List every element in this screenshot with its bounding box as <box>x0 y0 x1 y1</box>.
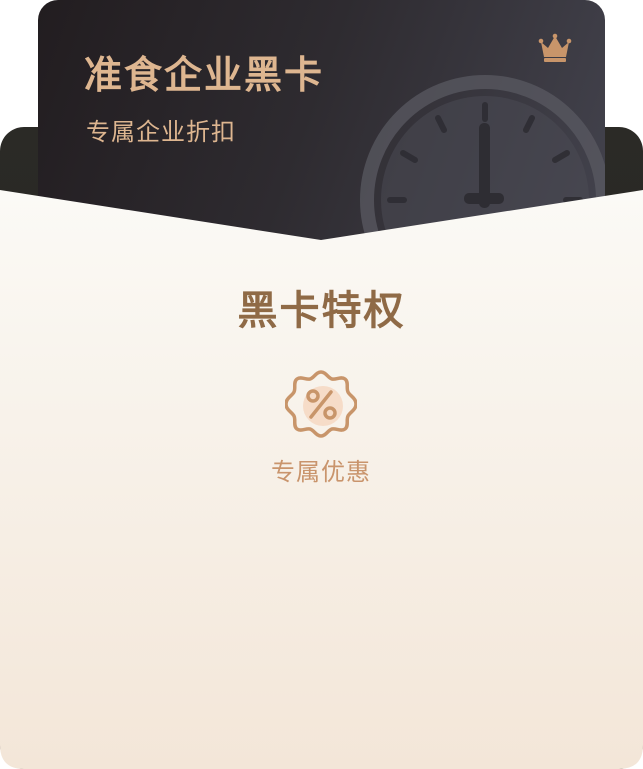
black-card-envelope: 准食企业黑卡 专属企业折扣 黑卡特权 专属优惠 <box>0 0 643 769</box>
crown-icon <box>538 33 572 62</box>
privileges-title: 黑卡特权 <box>237 288 406 334</box>
discount-badge-icon <box>285 370 357 438</box>
card-subtitle: 专属企业折扣 <box>86 118 236 146</box>
benefit-label: 专属优惠 <box>271 458 371 486</box>
card-title: 准食企业黑卡 <box>84 53 325 97</box>
benefit-item-exclusive-discount[interactable]: 专属优惠 <box>241 368 401 488</box>
